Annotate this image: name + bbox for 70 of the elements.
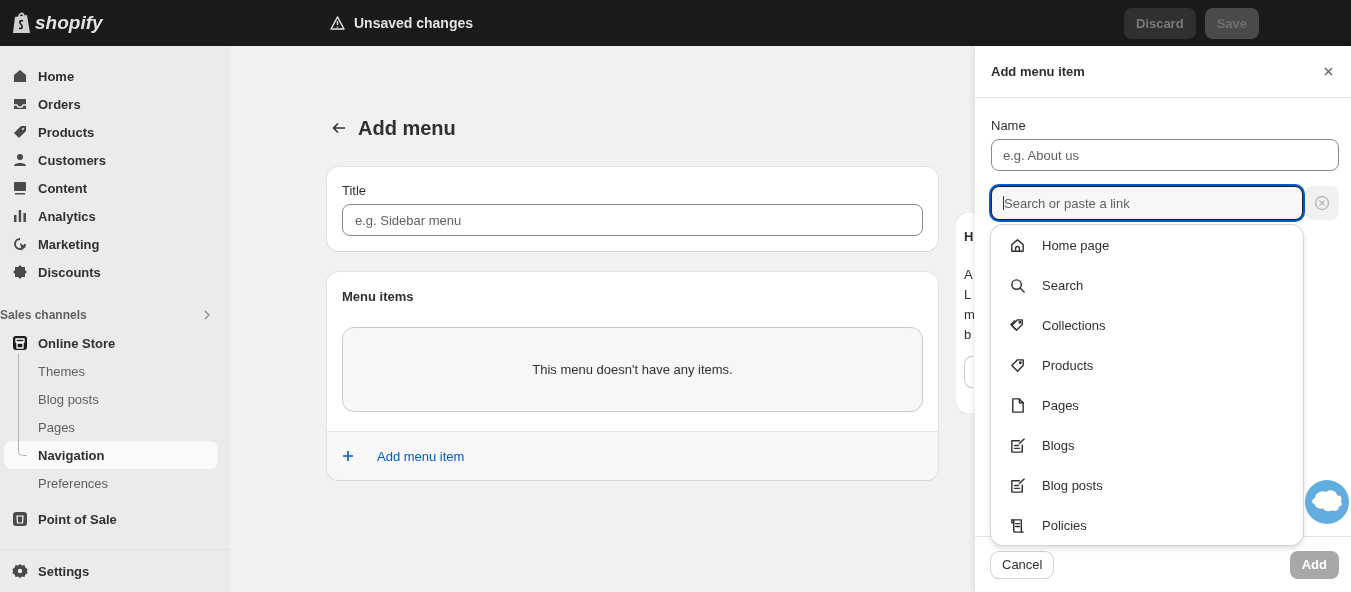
sidebar-item[interactable]: Online Store [4,329,218,357]
sidebar-subitem[interactable]: Blog posts [4,385,218,413]
help-text: b [964,326,973,344]
sidebar-subitem[interactable]: Themes [4,357,218,385]
clear-icon [1314,195,1330,211]
panel-title: Add menu item [991,64,1085,79]
home-icon [12,68,28,84]
home-icon [1009,236,1026,254]
dropdown-item[interactable]: Search [991,265,1303,305]
page-icon [1009,396,1026,414]
status-text: Unsaved changes [354,15,474,31]
link-search-field[interactable]: Search or paste a link [991,186,1303,220]
chat-widget-icon[interactable] [1305,480,1349,524]
settings-item[interactable]: Settings [4,557,218,585]
dropdown-item[interactable]: Products [991,345,1303,385]
sidebar-item[interactable]: Discounts [4,258,218,286]
storefront-icon [12,335,28,351]
field-label: Title [342,183,368,198]
back-arrow-icon[interactable] [332,122,346,134]
bar-chart-icon [12,208,28,224]
dropdown-item[interactable]: Blog posts [991,465,1303,505]
tags-icon [1009,316,1026,334]
sidebar-item[interactable]: Point of Sale [4,505,218,533]
dropdown-item[interactable]: Pages [991,385,1303,425]
sidebar-subitem[interactable]: Navigation [4,441,218,469]
cancel-button[interactable]: Cancel [991,551,1054,578]
chevron-right-icon[interactable] [204,310,210,320]
empty-state-text: This menu doesn't have any items. [532,362,733,377]
edit-icon [1009,476,1026,494]
dropdown-item[interactable]: Policies [991,505,1303,545]
warning-icon [330,16,345,30]
sidebar-item[interactable]: Home [4,62,218,90]
scroll-icon [1009,516,1026,534]
tag-icon [1009,356,1026,374]
sidebar-item[interactable]: Content [4,174,218,202]
edit-icon [1009,436,1026,454]
card-heading: Menu items [341,288,415,306]
shopping-bag-icon [12,11,32,35]
field-label: Name [991,118,1027,133]
logo-text[interactable]: shopify [35,12,103,34]
help-text: A [964,266,974,284]
person-icon [12,152,28,168]
title-field[interactable]: e.g. Sidebar menu [342,204,923,236]
settings-icon [12,563,28,579]
dropdown-item[interactable]: Collections [991,305,1303,345]
close-icon[interactable] [1324,67,1333,76]
inbox-icon [12,96,28,112]
name-field[interactable]: e.g. About us [991,139,1339,171]
section-heading: Sales channels [0,308,87,322]
sidebar-item[interactable]: Products [4,118,218,146]
discount-icon [12,264,28,280]
help-text: m [964,306,976,324]
tag-icon [12,124,28,140]
plus-icon[interactable] [342,450,354,462]
card-button[interactable] [964,356,973,388]
sidebar-item[interactable]: Marketing [4,230,218,258]
dropdown-item[interactable]: Home page [991,225,1303,265]
help-text: L [964,286,973,304]
page-title: Add menu [358,116,456,140]
dropdown-item[interactable]: Blogs [991,425,1303,465]
sidebar-subitem[interactable]: Preferences [4,469,218,497]
sidebar-subitem[interactable]: Pages [4,413,218,441]
monitor-icon [12,180,28,196]
sidebar-item[interactable]: Analytics [4,202,218,230]
add-menu-item-link[interactable]: Add menu item [377,448,465,464]
card-heading: H [964,228,975,246]
clear-button[interactable] [1305,186,1339,220]
sidebar-item[interactable]: Customers [4,146,218,174]
search-icon [1009,276,1026,294]
sidebar-item[interactable]: Orders [4,90,218,118]
